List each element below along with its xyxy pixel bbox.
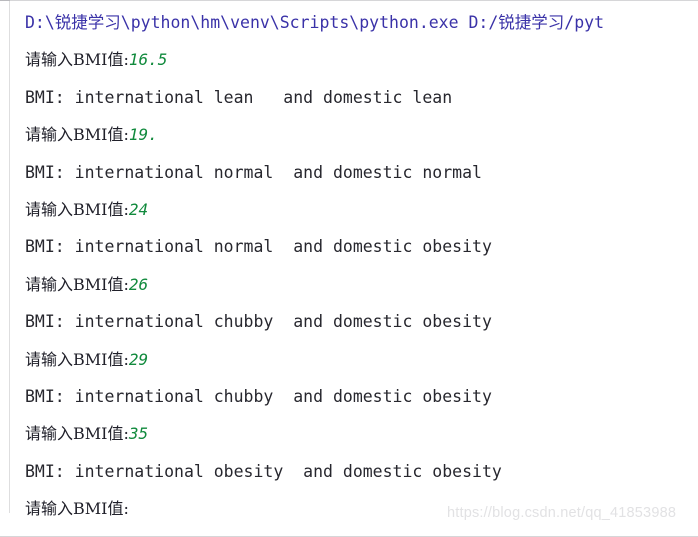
console-output-line-5: BMI: international chubby and domestic o…	[0, 378, 698, 415]
console-output-line-4: BMI: international chubby and domestic o…	[0, 303, 698, 340]
console-prompt-line-1: 请输入BMI值:16.5	[0, 41, 698, 78]
input-value-2: 19.	[128, 125, 158, 145]
console-output-line-1: BMI: international lean and domestic lea…	[0, 79, 698, 116]
output-text-5: BMI: international chubby and domestic o…	[25, 386, 492, 406]
console-top-divider	[0, 0, 698, 1]
output-text-3: BMI: international normal and domestic o…	[25, 237, 492, 257]
prompt-label-2: 请输入BMI值:	[25, 125, 129, 145]
input-value-5: 29	[128, 349, 149, 369]
output-text-4: BMI: international chubby and domestic o…	[25, 312, 492, 332]
console-command-line: D:\锐捷学习\python\hm\venv\Scripts\python.ex…	[0, 4, 698, 41]
console-output-area[interactable]: D:\锐捷学习\python\hm\venv\Scripts\python.ex…	[0, 4, 698, 527]
input-value-6: 35	[128, 424, 149, 444]
output-text-1: BMI: international lean and domestic lea…	[25, 87, 453, 107]
python-run-console[interactable]: D:\锐捷学习\python\hm\venv\Scripts\python.ex…	[0, 0, 698, 537]
input-value-4: 26	[128, 274, 149, 294]
prompt-label-4: 请输入BMI值:	[25, 274, 129, 294]
watermark-text: https://blog.csdn.net/qq_41853988	[447, 505, 677, 521]
console-output-line-6: BMI: international obesity and domestic …	[0, 453, 698, 490]
input-value-1: 16.5	[128, 50, 168, 70]
output-text-2: BMI: international normal and domestic n…	[25, 162, 482, 182]
prompt-label-3: 请输入BMI值:	[25, 199, 129, 219]
console-prompt-line-3: 请输入BMI值:24	[0, 191, 698, 228]
console-output-line-2: BMI: international normal and domestic n…	[0, 154, 698, 191]
input-value-3: 24	[128, 199, 149, 219]
console-prompt-line-4: 请输入BMI值:26	[0, 266, 698, 303]
prompt-label-1: 请输入BMI值:	[25, 50, 129, 70]
console-prompt-line-6: 请输入BMI值:35	[0, 415, 698, 452]
prompt-label-5: 请输入BMI值:	[25, 349, 129, 369]
prompt-label-7: 请输入BMI值:	[25, 499, 129, 519]
output-text-6: BMI: international obesity and domestic …	[25, 461, 502, 481]
console-output-line-3: BMI: international normal and domestic o…	[0, 228, 698, 265]
console-prompt-line-5: 请输入BMI值:29	[0, 341, 698, 378]
prompt-label-6: 请输入BMI值:	[25, 424, 129, 444]
command-line-text: D:\锐捷学习\python\hm\venv\Scripts\python.ex…	[25, 13, 605, 32]
console-bottom-strip	[0, 527, 698, 536]
console-prompt-line-2: 请输入BMI值:19.	[0, 116, 698, 153]
